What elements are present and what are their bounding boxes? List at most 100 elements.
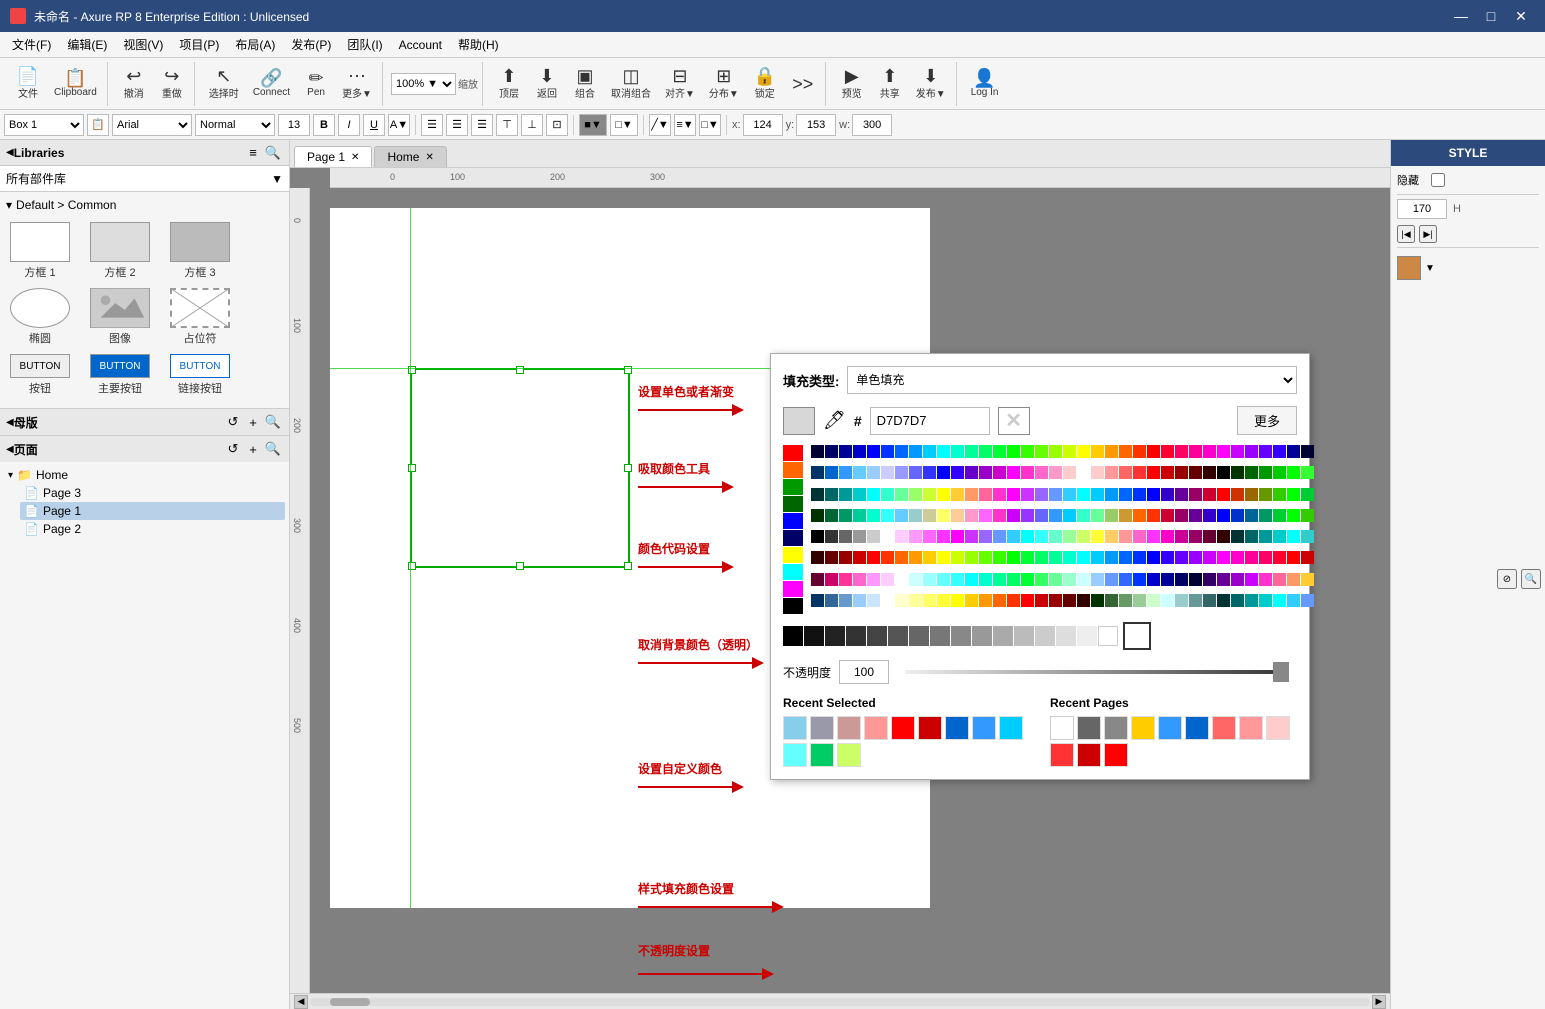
color-cell[interactable] (1287, 530, 1300, 543)
page-3[interactable]: 📄 Page 3 (20, 484, 285, 502)
color-cell[interactable] (951, 445, 964, 458)
preview-btn[interactable]: ▶ 预览 (834, 64, 870, 104)
login-btn[interactable]: 👤 Log In (965, 64, 1005, 104)
color-cell[interactable] (923, 509, 936, 522)
color-cell[interactable] (1175, 488, 1188, 501)
fill-color-swatch[interactable] (1397, 256, 1421, 280)
color-cell[interactable] (1189, 509, 1202, 522)
recent-pages-color[interactable] (1077, 716, 1101, 740)
menu-project[interactable]: 项目(P) (171, 34, 227, 55)
color-cell[interactable] (811, 509, 824, 522)
color-cell[interactable] (1105, 509, 1118, 522)
color-cell[interactable] (923, 573, 936, 586)
gray-c[interactable] (1035, 626, 1055, 646)
color-cell[interactable] (1189, 594, 1202, 607)
comp-circle[interactable]: 椭圆 (4, 288, 76, 346)
color-cell[interactable] (965, 551, 978, 564)
comp-link-button[interactable]: BUTTON 链接按钮 (164, 354, 236, 396)
color-cell[interactable] (811, 551, 824, 564)
masters-add-btn[interactable]: + (243, 412, 263, 432)
color-cell[interactable] (1049, 445, 1062, 458)
filter-search-btn[interactable]: 🔍 (1521, 569, 1541, 589)
color-cell[interactable] (937, 466, 950, 479)
color-cell[interactable] (951, 573, 964, 586)
color-cell[interactable] (1189, 466, 1202, 479)
recent-selected-color[interactable] (837, 743, 861, 767)
color-cell[interactable] (937, 445, 950, 458)
more-arrange-btn[interactable]: >> (785, 64, 821, 104)
color-cell[interactable] (1301, 573, 1314, 586)
color-cell[interactable] (1273, 488, 1286, 501)
color-cell[interactable] (1007, 530, 1020, 543)
color-cell[interactable] (1007, 551, 1020, 564)
color-cell[interactable] (951, 509, 964, 522)
titlebar-controls[interactable]: — □ ✕ (1447, 5, 1535, 27)
scroll-right-btn[interactable]: ▶ (1372, 995, 1386, 1009)
color-cell[interactable] (1035, 509, 1048, 522)
color-cell[interactable] (1133, 466, 1146, 479)
color-cell[interactable] (923, 466, 936, 479)
close-button[interactable]: ✕ (1507, 5, 1535, 27)
color-cell[interactable] (1035, 466, 1048, 479)
color-cell[interactable] (811, 445, 824, 458)
menu-view[interactable]: 视图(V) (115, 34, 171, 55)
color-cell[interactable] (853, 466, 866, 479)
font-size-input[interactable] (278, 114, 310, 136)
color-cell[interactable] (965, 594, 978, 607)
color-cell[interactable] (1189, 488, 1202, 501)
masters-collapse-icon[interactable]: ◀ (6, 417, 14, 428)
color-cell[interactable] (1077, 573, 1090, 586)
color-cell[interactable] (1021, 594, 1034, 607)
color-cell[interactable] (825, 551, 838, 564)
color-cell[interactable] (979, 530, 992, 543)
recent-selected-color[interactable] (837, 716, 861, 740)
color-cell[interactable] (993, 445, 1006, 458)
color-cell[interactable] (825, 445, 838, 458)
color-cell[interactable] (881, 530, 894, 543)
color-cell[interactable] (1287, 573, 1300, 586)
recent-pages-color[interactable] (1266, 716, 1290, 740)
redo-btn[interactable]: ↪ 重做 (154, 64, 190, 104)
color-cell[interactable] (1203, 509, 1216, 522)
gray-a[interactable] (993, 626, 1013, 646)
tab-page1-close[interactable]: ✕ (351, 152, 359, 163)
color-cell[interactable] (1077, 530, 1090, 543)
menu-publish[interactable]: 发布(P) (283, 34, 339, 55)
color-cell[interactable] (909, 445, 922, 458)
color-cell[interactable] (1147, 573, 1160, 586)
menu-help[interactable]: 帮助(H) (450, 34, 507, 55)
color-cell[interactable] (1287, 594, 1300, 607)
color-cell[interactable] (1301, 488, 1314, 501)
color-cell[interactable] (853, 445, 866, 458)
color-cell[interactable] (1301, 509, 1314, 522)
color-cell[interactable] (1301, 445, 1314, 458)
color-cell[interactable] (1203, 445, 1216, 458)
color-cell[interactable] (853, 488, 866, 501)
w-input[interactable] (852, 114, 892, 136)
gray-d[interactable] (1056, 626, 1076, 646)
color-cell[interactable] (909, 509, 922, 522)
color-cell[interactable] (1273, 530, 1286, 543)
tab-page1[interactable]: Page 1 ✕ (294, 146, 372, 167)
color-cell[interactable] (1049, 573, 1062, 586)
color-cell[interactable] (895, 488, 908, 501)
color-cell[interactable] (1007, 509, 1020, 522)
transparent-btn[interactable]: ✕ (998, 407, 1030, 435)
color-cell[interactable] (979, 573, 992, 586)
color-cell[interactable] (867, 466, 880, 479)
color-cell[interactable] (979, 551, 992, 564)
color-cell[interactable] (811, 573, 824, 586)
color-cell[interactable] (1175, 573, 1188, 586)
style-select[interactable]: Normal (195, 114, 275, 136)
color-cell[interactable] (1217, 594, 1230, 607)
left-black[interactable] (783, 598, 803, 614)
color-cell[interactable] (839, 466, 852, 479)
default-common-item[interactable]: ▾ Default > Common (6, 196, 283, 214)
menu-layout[interactable]: 布局(A) (227, 34, 283, 55)
color-cell[interactable] (1133, 530, 1146, 543)
color-cell[interactable] (811, 488, 824, 501)
color-cell[interactable] (1161, 530, 1174, 543)
color-cell[interactable] (1217, 488, 1230, 501)
color-cell[interactable] (965, 573, 978, 586)
color-cell[interactable] (1035, 488, 1048, 501)
